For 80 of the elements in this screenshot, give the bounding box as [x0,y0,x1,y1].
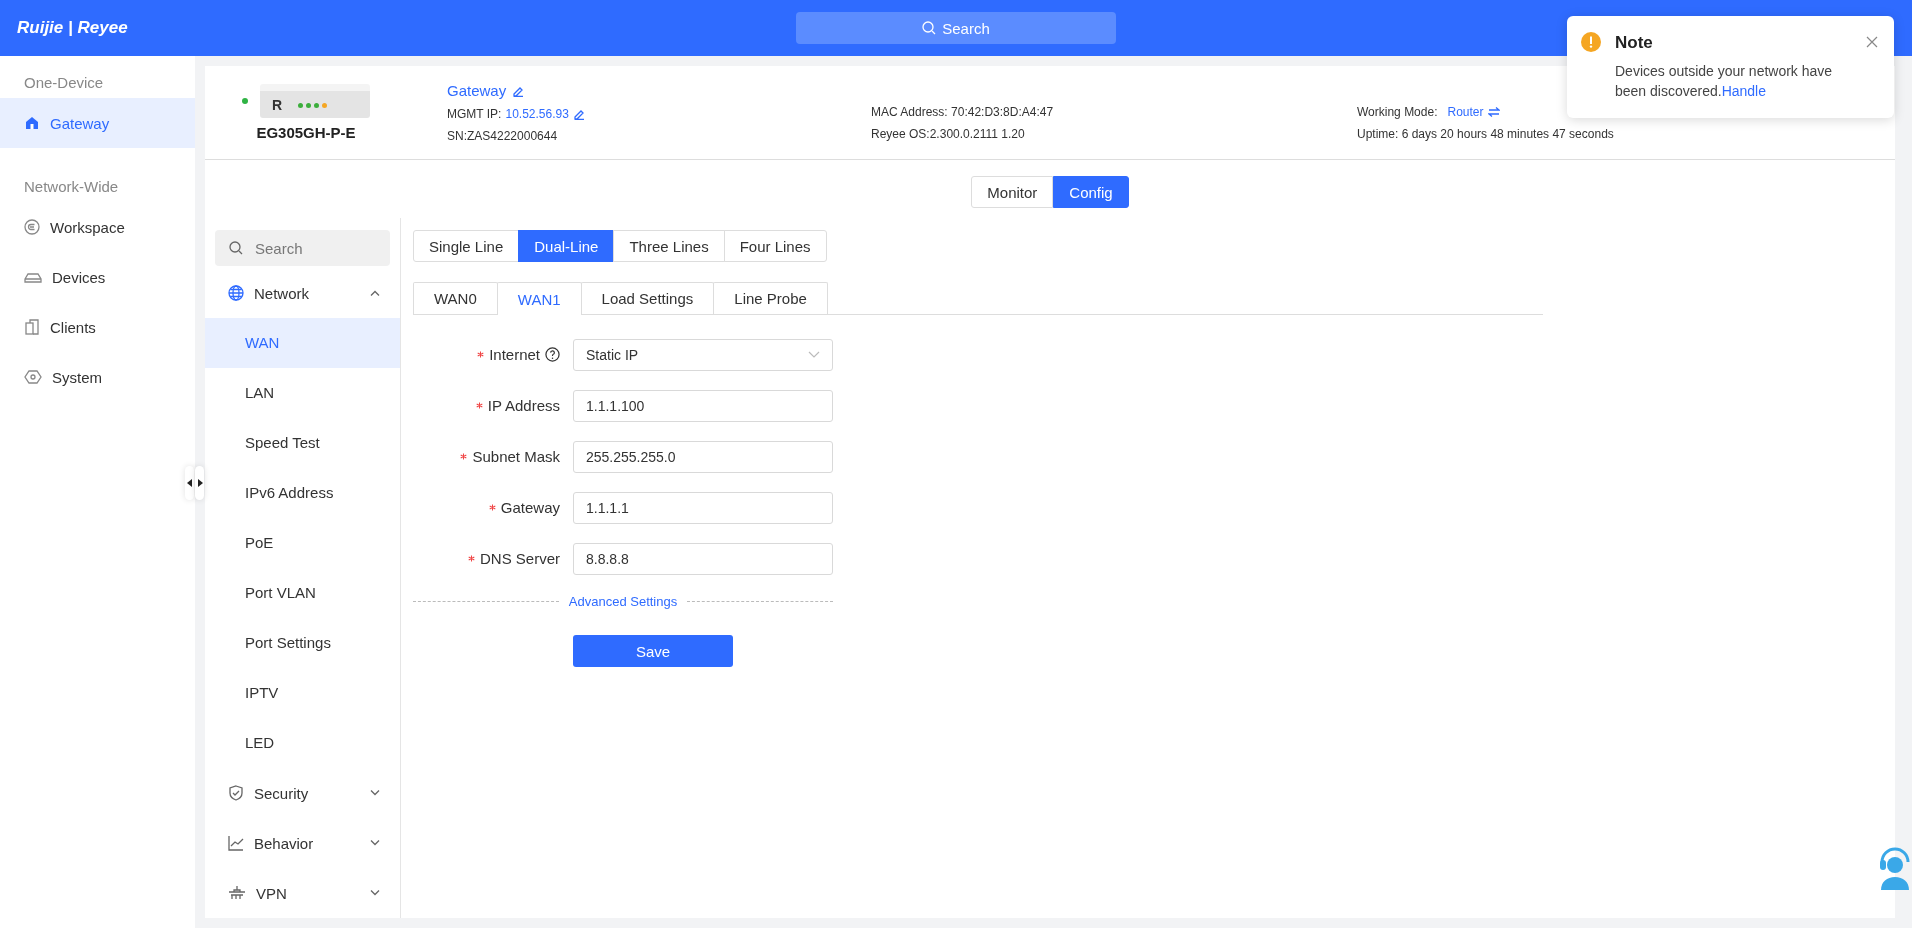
sidebar-item[interactable]: Clients [0,302,195,352]
menu-group[interactable]: Network [205,268,400,318]
shield-icon [228,785,244,801]
serial-number: SN:ZAS4222000644 [447,129,559,143]
device-name[interactable]: Gateway [447,82,507,99]
globe-icon [228,285,244,301]
menu-item[interactable]: WAN [205,318,400,368]
line-tab[interactable]: Single Line [413,230,520,262]
menu-group[interactable]: Security [205,768,400,818]
sidebar-item[interactable]: Devices [0,252,195,302]
save-button[interactable]: Save [573,635,733,667]
expand-handle[interactable] [195,466,204,500]
edit-icon [572,108,585,120]
circle-letter-icon [24,219,40,235]
phone-icon [24,319,40,335]
view-tab[interactable]: Monitor [971,176,1054,208]
chevron-icon [370,840,380,846]
device-model: EG305GH-P-E [256,124,356,141]
gateway-drawing: R [260,84,370,118]
view-tab[interactable]: Config [1053,176,1129,208]
sidebar-item[interactable]: Gateway [0,98,195,148]
info-label: MGMT IP: [447,107,502,121]
field-label: Gateway [500,499,560,516]
menu-item[interactable]: Port Settings [205,618,400,668]
menu-item[interactable]: IPv6 Address [205,468,400,518]
field-label: DNS Server [479,550,560,567]
section-title: One-Device [23,73,105,93]
handle-link[interactable]: Handle [1721,83,1766,99]
sidebar-item[interactable]: Workspace [0,202,195,252]
sidebar-item[interactable]: System [0,352,195,402]
home-icon [24,115,40,131]
vpn-icon [228,885,246,901]
wan-tab[interactable]: WAN0 [413,282,498,314]
right-arrow-icon [196,479,203,487]
menu-group[interactable]: VPN [205,868,400,918]
hexagon-icon [24,369,42,385]
mode-link[interactable]: Router [1447,104,1484,119]
menu-item[interactable]: PoE [205,518,400,568]
advanced-settings-link[interactable]: Advanced Settings [568,594,678,609]
menu-item[interactable]: Port VLAN [205,568,400,618]
swap-icon [1487,106,1500,117]
chevron-icon [370,790,380,796]
info-label: Working Mode: [1357,104,1438,119]
wan-tab[interactable]: Line Probe [713,282,828,314]
search-icon [922,21,937,35]
note-title: Note [1615,33,1654,53]
search-field[interactable]: Search [215,230,390,266]
chevron-icon [370,890,380,896]
line-tab[interactable]: Three Lines [613,230,725,262]
select-field[interactable]: Static IP [573,338,833,371]
chevron-icon [808,351,820,358]
field-label: IP Address [487,397,560,414]
input-field[interactable]: 1.1.1.100 [573,389,833,422]
input-field[interactable]: 8.8.8.8 [573,542,833,575]
collapse-handle[interactable] [185,466,194,500]
close-icon [1866,36,1878,48]
support-agent-icon[interactable] [1878,846,1912,890]
logo: Ruijie | Reyee [16,18,128,38]
uptime: Uptime: 6 days 20 hours 48 minutes 47 seconds [1357,126,1614,141]
line-tab[interactable]: Dual-Line [518,230,615,262]
chevron-icon [370,290,380,296]
ip-link[interactable]: 10.52.56.93 [505,107,569,121]
menu-item[interactable]: Speed Test [205,418,400,468]
menu-item[interactable]: LED [205,718,400,768]
line-tab[interactable]: Four Lines [723,230,827,262]
menu-group[interactable]: Behavior [205,818,400,868]
section-title: Network-Wide [23,177,120,197]
left-arrow-icon [186,479,193,487]
warning-icon [1581,32,1601,52]
input-field[interactable]: 1.1.1.1 [573,491,833,524]
menu-item[interactable]: LAN [205,368,400,418]
menu-item[interactable]: IPTV [205,668,400,718]
mac-address: MAC Address: 70:42:D3:8D:A4:47 [871,104,1055,119]
wan-tab[interactable]: WAN1 [496,282,582,315]
os-version: Reyee OS:2.300.0.2111 1.20 [871,126,1026,141]
note-message: Devices outside your network have been discovered.Handle [1615,62,1834,101]
field-label: Subnet Mask [472,448,560,465]
input-field[interactable]: 255.255.255.0 [573,440,833,473]
line-chart-icon [228,835,244,851]
field-label: Internet [489,346,540,363]
